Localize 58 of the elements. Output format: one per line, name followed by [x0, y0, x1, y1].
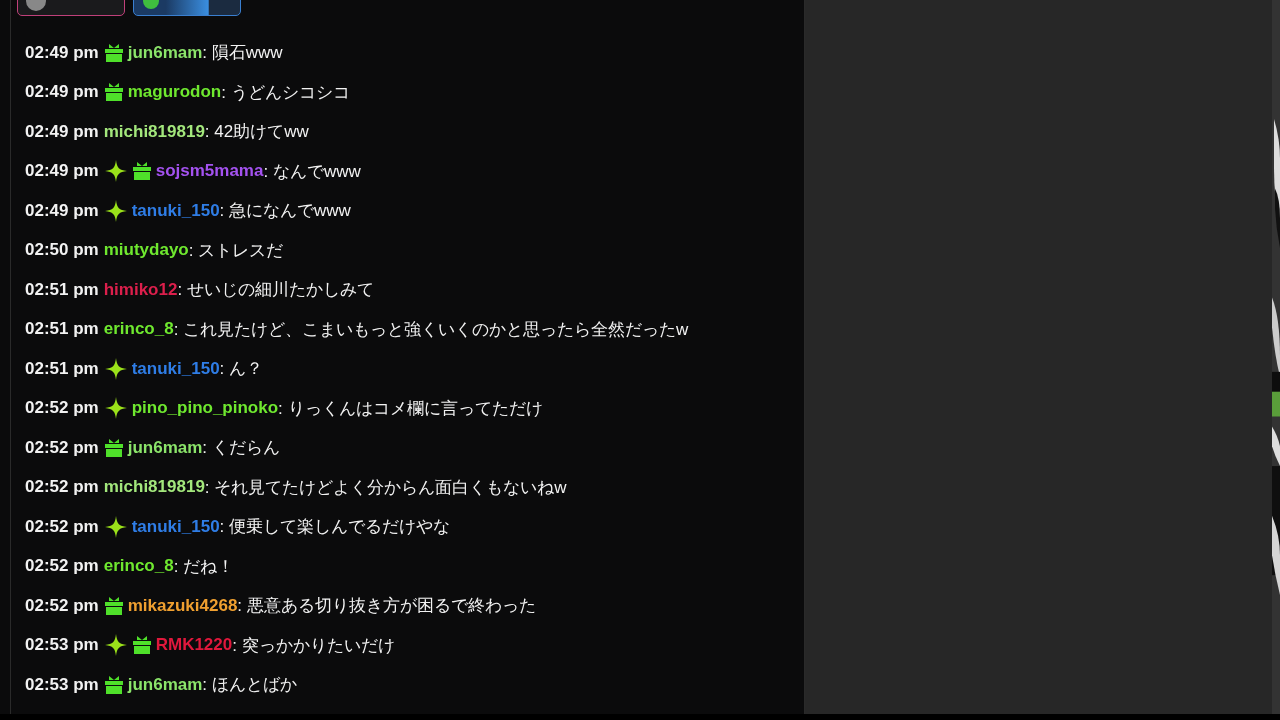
message-text: : せいじの細川たかしみて	[177, 279, 374, 302]
message-text: : 悪意ある切り抜き方が困るで終わった	[237, 595, 536, 618]
message-text: : なんでwww	[263, 160, 361, 183]
gift-icon	[103, 42, 124, 63]
timestamp: 02:49 pm	[25, 161, 99, 182]
username[interactable]: miutydayo	[103, 240, 189, 261]
message-text: : これ見たけど、こまいもっと強くいくのかと思ったら全然だったw	[173, 318, 689, 341]
username[interactable]: tanuki_150	[131, 358, 220, 379]
timestamp: 02:51 pm	[25, 279, 99, 300]
message-text: : うどんシコシコ	[221, 81, 350, 104]
username[interactable]: jun6mam	[127, 42, 203, 63]
message-text: : りっくんはコメ欄に言ってただけ	[278, 397, 543, 420]
message-text: : ストレスだ	[188, 239, 284, 262]
gift-icon	[131, 161, 152, 182]
timestamp: 02:51 pm	[25, 358, 99, 379]
message-text: : くだらん	[202, 437, 280, 460]
timestamp: 02:52 pm	[25, 595, 99, 616]
message-text: : 便乗して楽しんでるだけやな	[219, 516, 451, 539]
timestamp: 02:51 pm	[25, 319, 99, 340]
username[interactable]: magurodon	[127, 82, 222, 103]
username[interactable]: pino_pino_pinoko	[131, 398, 279, 419]
timestamp: 02:52 pm	[25, 398, 99, 419]
timestamp: 02:52 pm	[25, 477, 99, 498]
timestamp: 02:52 pm	[25, 437, 99, 458]
message-text: : ん？	[219, 358, 264, 381]
timestamp: 02:49 pm	[25, 42, 99, 63]
message-text: : 急になんでwww	[219, 200, 351, 223]
timestamp: 02:53 pm	[25, 674, 99, 695]
message-text: : だね！	[173, 555, 235, 578]
username[interactable]: RMK1220	[155, 635, 233, 656]
timestamp: 02:49 pm	[25, 121, 99, 142]
gift-icon	[103, 437, 124, 458]
message-text: : 突っかかりたいだけ	[232, 634, 395, 657]
username[interactable]: jun6mam	[127, 674, 203, 695]
username[interactable]: erinco_8	[103, 556, 174, 577]
username[interactable]: tanuki_150	[131, 200, 220, 221]
message-text: : それ見てたけどよく分からん面白くもないねw	[204, 476, 567, 499]
gift-icon	[103, 674, 124, 695]
username[interactable]: jun6mam	[127, 437, 203, 458]
timestamp: 02:49 pm	[25, 82, 99, 103]
username[interactable]: erinco_8	[103, 319, 174, 340]
message-text: : ほんとばか	[202, 674, 297, 697]
timestamp: 02:49 pm	[25, 200, 99, 221]
gift-icon	[103, 82, 124, 103]
gift-icon	[131, 635, 152, 656]
gift-icon	[103, 595, 124, 616]
timestamp: 02:53 pm	[25, 635, 99, 656]
username[interactable]: michi819819	[103, 121, 205, 142]
timestamp: 02:52 pm	[25, 516, 99, 537]
username[interactable]: mikazuki4268	[127, 595, 238, 616]
message-text: : 隕石www	[202, 42, 283, 65]
timestamp: 02:50 pm	[25, 240, 99, 261]
username[interactable]: michi819819	[103, 477, 205, 498]
username[interactable]: tanuki_150	[131, 516, 220, 537]
timestamp: 02:52 pm	[25, 556, 99, 577]
username[interactable]: himiko12	[103, 279, 178, 300]
message-text: : 42助けてww	[204, 121, 309, 144]
username[interactable]: sojsm5mama	[155, 161, 264, 182]
